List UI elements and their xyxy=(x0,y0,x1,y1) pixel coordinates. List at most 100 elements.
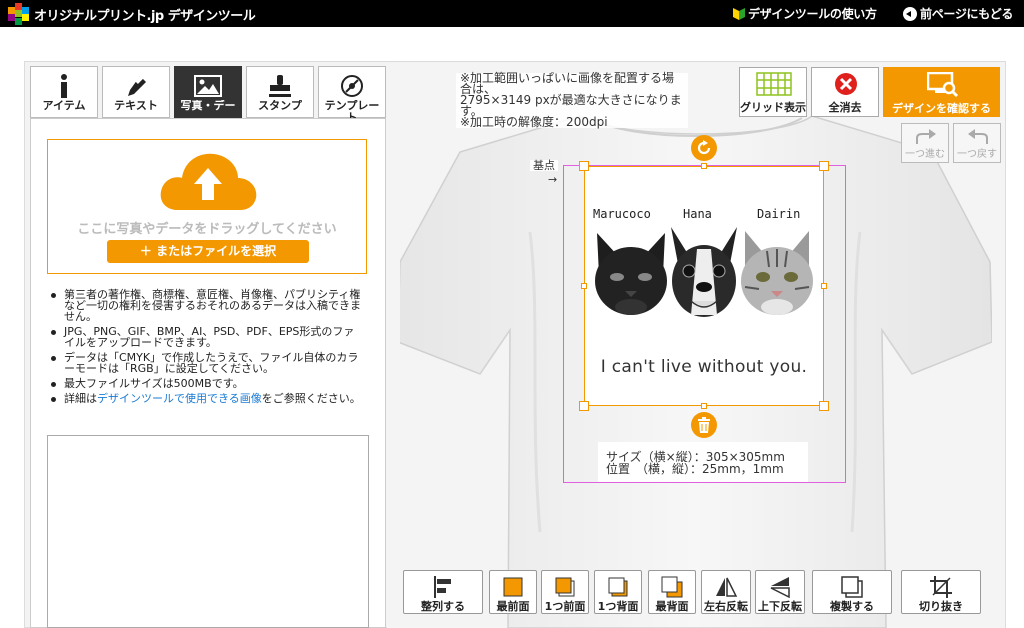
back-link-label: 前ページにもどる xyxy=(920,7,1014,21)
uploaded-images-list[interactable] xyxy=(47,435,369,628)
base-point-arrow: → xyxy=(548,173,558,186)
tabby-cat-illustration xyxy=(741,231,813,315)
grid-toggle-button[interactable]: グリッド表示 xyxy=(739,67,807,117)
note-item: データは「CMYK」で作成したうえで、ファイル自体のカラーモードは「RGB」に設… xyxy=(47,352,365,374)
crop-icon xyxy=(902,575,980,599)
top-bar: オリジナルプリント.jp デザインツール デザインツールの使い方 前ページにもど… xyxy=(0,0,1024,27)
tab-item[interactable]: アイテム xyxy=(30,66,98,118)
flip-vertical-button[interactable]: 上下反転 xyxy=(755,570,805,614)
usable-images-link[interactable]: デザインツールで使用できる画像 xyxy=(97,392,262,405)
flip-horizontal-button[interactable]: 左右反転 xyxy=(701,570,751,614)
brand-title: オリジナルプリント.jp デザインツール xyxy=(34,9,256,24)
position-readout: 位置 （横，縦）：25mm，1mm xyxy=(606,462,784,476)
align-button[interactable]: 整列する xyxy=(403,570,483,614)
bring-to-front-label: 最前面 xyxy=(496,600,530,613)
crop-label: 切り抜き xyxy=(919,600,963,613)
resize-handle-left[interactable] xyxy=(581,283,587,289)
align-icon xyxy=(404,575,482,599)
clear-all-button[interactable]: 全消去 xyxy=(811,67,879,117)
send-to-back-button[interactable]: 最背面 xyxy=(648,570,696,614)
resize-handle-top-left[interactable] xyxy=(579,161,589,171)
design-slogan: I can't live without you. xyxy=(600,357,808,377)
boston-terrier-illustration xyxy=(671,227,737,317)
send-back-icon xyxy=(649,575,695,599)
grid-icon xyxy=(756,72,792,96)
info-line: 2795×3149 pxが最適な大きさになります。 xyxy=(460,93,682,118)
send-backward-label: 1つ背面 xyxy=(597,600,639,613)
bring-front-icon xyxy=(490,575,536,599)
confirm-design-label: デザインを確認する xyxy=(892,102,991,115)
duplicate-label: 複製する xyxy=(830,600,874,613)
upload-notes: 第三者の著作権、商標権、意匠権、肖像権、パブリシティ権など一切の権利を侵害するお… xyxy=(47,289,365,408)
undo-label: 一つ戻す xyxy=(957,149,997,160)
flip-vertical-label: 上下反転 xyxy=(758,600,802,613)
preview-icon xyxy=(927,72,959,98)
upload-dropzone[interactable]: ここに写真やデータをドラッグしてください ＋ またはファイルを選択 xyxy=(47,139,367,274)
bring-forward-label: 1つ前面 xyxy=(544,600,586,613)
send-backward-button[interactable]: 1つ背面 xyxy=(594,570,642,614)
undo-button[interactable]: 一つ戻す xyxy=(953,123,1001,163)
tab-text-label: テキスト xyxy=(114,100,158,112)
duplicate-button[interactable]: 複製する xyxy=(812,570,892,614)
pet-name: Marucoco xyxy=(593,207,651,221)
info-line: ※加工時の解像度：200dpi xyxy=(460,115,608,129)
cloud-upload-icon xyxy=(160,153,257,210)
pet-name: Dairin xyxy=(757,207,801,221)
help-link-label: デザインツールの使い方 xyxy=(748,7,877,21)
resize-handle-bottom-right[interactable] xyxy=(819,401,829,411)
pen-icon xyxy=(103,73,169,99)
tab-text[interactable]: テキスト xyxy=(102,66,170,118)
resize-handle-right[interactable] xyxy=(821,283,827,289)
clear-all-label: 全消去 xyxy=(828,101,862,114)
back-arrow-icon xyxy=(903,6,917,21)
note-prefix: 詳細は xyxy=(64,392,97,405)
rotate-icon xyxy=(697,140,711,155)
help-link[interactable]: デザインツールの使い方 xyxy=(733,5,877,22)
redo-button[interactable]: 一つ進む xyxy=(901,123,949,163)
back-link[interactable]: 前ページにもどる xyxy=(903,5,1013,22)
select-file-button[interactable]: ＋ またはファイルを選択 xyxy=(107,240,309,263)
send-to-back-label: 最背面 xyxy=(655,600,689,613)
tab-photo-label: 写真・デー xyxy=(180,100,236,112)
resize-handle-top-right[interactable] xyxy=(819,161,829,171)
redo-icon xyxy=(916,129,936,144)
tab-photo[interactable]: 写真・デー xyxy=(174,66,242,118)
delete-button[interactable] xyxy=(691,412,717,438)
flip-horizontal-label: 左右反転 xyxy=(704,600,748,613)
resize-handle-bottom-left[interactable] xyxy=(579,401,589,411)
crop-button[interactable]: 切り抜き xyxy=(901,570,981,614)
pet-name: Hana xyxy=(683,207,712,221)
left-tabs: アイテム テキスト 写真・デー スタンプ テンプレート xyxy=(30,66,386,124)
undo-icon xyxy=(968,129,988,144)
size-position-info: サイズ（横×縦）：305×305mm 位置 （横，縦）：25mm，1mm xyxy=(598,442,808,482)
base-point-label: 基点 xyxy=(530,160,558,171)
bring-to-front-button[interactable]: 最前面 xyxy=(489,570,537,614)
stamp-icon xyxy=(247,73,313,99)
tab-stamp[interactable]: スタンプ xyxy=(246,66,314,118)
rotate-button[interactable] xyxy=(691,135,717,161)
template-icon xyxy=(319,73,385,99)
send-backward-icon xyxy=(595,575,641,599)
info-line: ※加工範囲いっぱいに画像を配置する場合は、 xyxy=(460,71,675,96)
grid-toggle-label: グリッド表示 xyxy=(740,101,806,114)
tab-item-label: アイテム xyxy=(42,100,86,112)
tab-stamp-label: スタンプ xyxy=(258,100,302,112)
note-item: 最大ファイルサイズは500MBです。 xyxy=(47,378,365,389)
confirm-design-button[interactable]: デザインを確認する xyxy=(883,67,1000,117)
image-icon xyxy=(175,73,241,99)
placed-design-image[interactable]: Marucoco Hana Dairin I can't live withou… xyxy=(584,166,824,406)
redo-label: 一つ進む xyxy=(905,149,945,160)
tab-template[interactable]: テンプレート xyxy=(318,66,386,124)
trash-icon xyxy=(698,417,710,433)
info-icon xyxy=(31,73,97,99)
note-suffix: をご参照ください。 xyxy=(261,392,361,405)
clear-icon xyxy=(835,73,857,95)
logo-icon xyxy=(8,3,30,25)
align-label: 整列する xyxy=(421,600,465,613)
duplicate-icon xyxy=(813,575,891,599)
flip-horizontal-icon xyxy=(702,575,750,599)
resize-handle-bottom[interactable] xyxy=(701,403,707,409)
resize-handle-top[interactable] xyxy=(701,163,707,169)
note-item: 第三者の著作権、商標権、意匠権、肖像権、パブリシティ権など一切の権利を侵害するお… xyxy=(47,289,365,322)
bring-forward-button[interactable]: 1つ前面 xyxy=(541,570,589,614)
